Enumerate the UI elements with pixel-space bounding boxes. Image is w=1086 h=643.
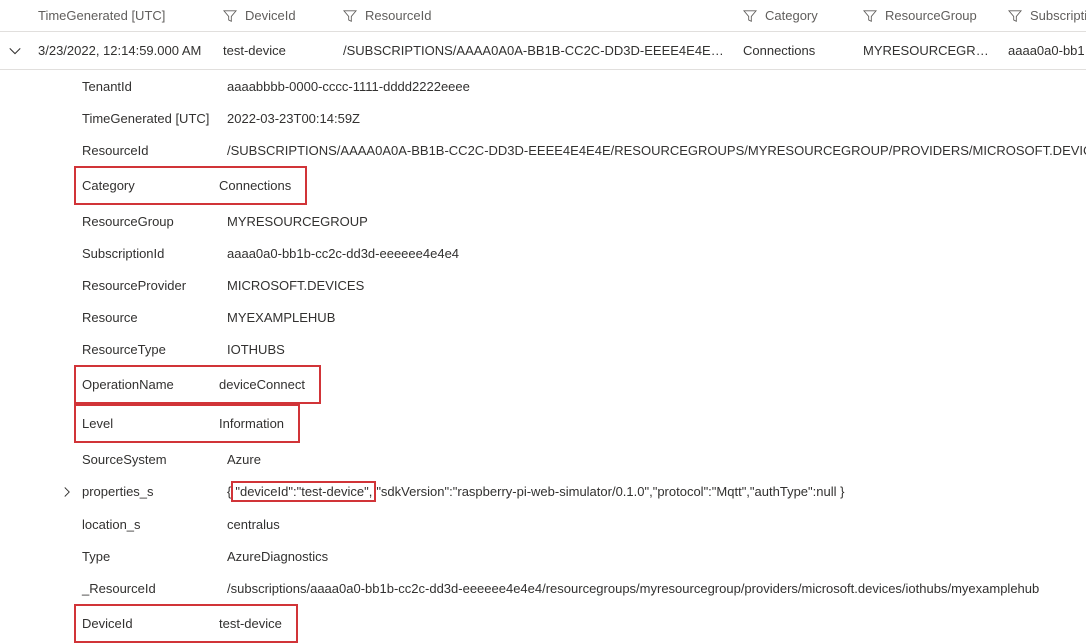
header-category[interactable]: Category — [735, 8, 855, 23]
detail-row-resourceid: ResourceId /SUBSCRIPTIONS/AAAA0A0A-BB1B-… — [82, 134, 1086, 166]
filter-icon[interactable] — [1008, 9, 1022, 23]
filter-icon[interactable] — [743, 9, 757, 23]
detail-label: TimeGenerated [UTC] — [82, 105, 227, 132]
detail-row-sourcesystem: SourceSystem Azure — [82, 443, 1086, 475]
detail-label: ResourceType — [82, 336, 227, 363]
detail-label: ResourceProvider — [82, 272, 227, 299]
properties-highlighted: "deviceId":"test-device", — [231, 481, 376, 502]
detail-label: ResourceId — [82, 137, 227, 164]
detail-value: {"deviceId":"test-device","sdkVersion":"… — [227, 475, 1086, 508]
filter-icon[interactable] — [863, 9, 877, 23]
detail-value: centralus — [227, 511, 1086, 538]
cell-deviceid: test-device — [215, 43, 335, 58]
log-results-table: TimeGenerated [UTC] DeviceId ResourceId … — [0, 0, 1086, 643]
detail-row-tenantid: TenantId aaaabbbb-0000-cccc-1111-dddd222… — [82, 70, 1086, 102]
header-label: Category — [765, 8, 818, 23]
chevron-right-icon — [61, 486, 73, 498]
detail-row-deviceid: DeviceId test-device — [82, 604, 1086, 643]
detail-label: Type — [82, 543, 227, 570]
detail-value: AzureDiagnostics — [227, 543, 1086, 570]
cell-resourceid: /SUBSCRIPTIONS/AAAA0A0A-BB1B-CC2C-DD3D-E… — [335, 43, 735, 58]
header-label: TimeGenerated [UTC] — [38, 8, 165, 23]
header-resourcegroup[interactable]: ResourceGroup — [855, 8, 1000, 23]
detail-row-resourcegroup: ResourceGroup MYRESOURCEGROUP — [82, 205, 1086, 237]
detail-label: properties_s — [82, 478, 227, 505]
detail-value: Connections — [219, 172, 299, 199]
row-expand-toggle[interactable] — [0, 44, 30, 58]
detail-row-category: Category Connections — [82, 166, 1086, 205]
detail-value: 2022-03-23T00:14:59Z — [227, 105, 1086, 132]
detail-label: Level — [82, 410, 219, 437]
detail-label: TenantId — [82, 73, 227, 100]
detail-row-resource: Resource MYEXAMPLEHUB — [82, 301, 1086, 333]
header-subscriptionid[interactable]: SubscriptionI — [1000, 8, 1086, 23]
detail-value: /subscriptions/aaaa0a0-bb1b-cc2c-dd3d-ee… — [227, 575, 1086, 602]
detail-label: DeviceId — [82, 610, 219, 637]
detail-row-level: Level Information — [82, 404, 1086, 443]
header-label: DeviceId — [245, 8, 296, 23]
detail-label: Resource — [82, 304, 227, 331]
detail-value: Information — [219, 410, 292, 437]
detail-row-resourcetype: ResourceType IOTHUBS — [82, 333, 1086, 365]
detail-value: aaaa0a0-bb1b-cc2c-dd3d-eeeeee4e4e4 — [227, 240, 1086, 267]
detail-row-type: Type AzureDiagnostics — [82, 540, 1086, 572]
log-row[interactable]: 3/23/2022, 12:14:59.000 AM test-device /… — [0, 32, 1086, 70]
detail-label: location_s — [82, 511, 227, 538]
detail-label: ResourceGroup — [82, 208, 227, 235]
detail-value: MYEXAMPLEHUB — [227, 304, 1086, 331]
header-deviceid[interactable]: DeviceId — [215, 8, 335, 23]
header-timegenerated[interactable]: TimeGenerated [UTC] — [30, 8, 215, 23]
detail-label: SubscriptionId — [82, 240, 227, 267]
cell-subscriptionid: aaaa0a0-bb1 — [1000, 43, 1086, 58]
filter-icon[interactable] — [223, 9, 237, 23]
detail-label: SourceSystem — [82, 446, 227, 473]
detail-label: _ResourceId — [82, 575, 227, 602]
detail-row-timegenerated: TimeGenerated [UTC] 2022-03-23T00:14:59Z — [82, 102, 1086, 134]
detail-value: MYRESOURCEGROUP — [227, 208, 1086, 235]
cell-category: Connections — [735, 43, 855, 58]
properties-expand-toggle[interactable] — [52, 486, 82, 498]
detail-value: /SUBSCRIPTIONS/AAAA0A0A-BB1B-CC2C-DD3D-E… — [227, 137, 1086, 164]
filter-icon[interactable] — [343, 9, 357, 23]
detail-label: Category — [82, 172, 219, 199]
header-label: ResourceId — [365, 8, 431, 23]
detail-value: Azure — [227, 446, 1086, 473]
detail-row-resourceprovider: ResourceProvider MICROSOFT.DEVICES — [82, 269, 1086, 301]
properties-suffix: "sdkVersion":"raspberry-pi-web-simulator… — [376, 484, 844, 499]
detail-row-subscriptionid: SubscriptionId aaaa0a0-bb1b-cc2c-dd3d-ee… — [82, 237, 1086, 269]
detail-label: OperationName — [82, 371, 219, 398]
detail-row-properties: properties_s {"deviceId":"test-device","… — [82, 475, 1086, 508]
detail-value: deviceConnect — [219, 371, 313, 398]
table-header-row: TimeGenerated [UTC] DeviceId ResourceId … — [0, 0, 1086, 32]
cell-resourcegroup: MYRESOURCEGROUP — [855, 43, 1000, 58]
chevron-down-icon — [8, 44, 22, 58]
header-label: SubscriptionI — [1030, 8, 1086, 23]
detail-value: aaaabbbb-0000-cccc-1111-dddd2222eeee — [227, 73, 1086, 100]
detail-row-location: location_s centralus — [82, 508, 1086, 540]
header-label: ResourceGroup — [885, 8, 977, 23]
detail-value: test-device — [219, 610, 290, 637]
log-detail-section: TenantId aaaabbbb-0000-cccc-1111-dddd222… — [0, 70, 1086, 643]
detail-value: MICROSOFT.DEVICES — [227, 272, 1086, 299]
cell-time: 3/23/2022, 12:14:59.000 AM — [30, 43, 215, 58]
header-resourceid[interactable]: ResourceId — [335, 8, 735, 23]
detail-row-operationname: OperationName deviceConnect — [82, 365, 1086, 404]
detail-value: IOTHUBS — [227, 336, 1086, 363]
detail-row-resourceid2: _ResourceId /subscriptions/aaaa0a0-bb1b-… — [82, 572, 1086, 604]
